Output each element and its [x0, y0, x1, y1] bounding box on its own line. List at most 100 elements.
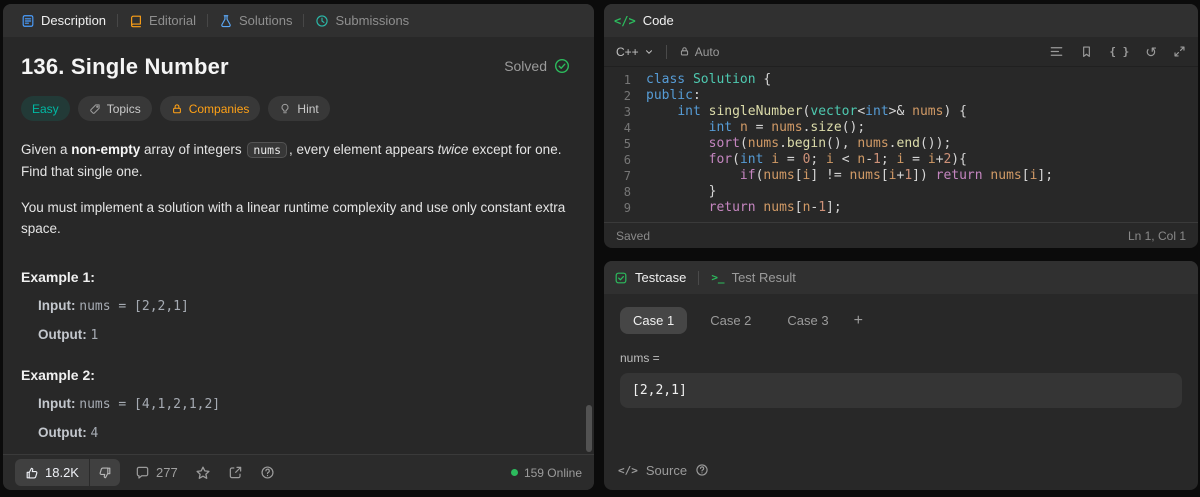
tab-description[interactable]: Description: [13, 13, 114, 28]
line-number: 8: [623, 185, 631, 199]
case-3-tab[interactable]: Case 3: [774, 307, 841, 334]
vote-group: 18.2K: [15, 459, 120, 486]
comments-button[interactable]: 277: [135, 465, 178, 480]
code-line: 3 int singleNumber(vector<int>& nums) {: [608, 104, 1198, 120]
submissions-icon: [315, 14, 329, 28]
example-2-io: Input: nums = [4,1,2,1,2] Output: 4: [38, 396, 570, 441]
solved-label: Solved: [504, 58, 547, 74]
difficulty-badge[interactable]: Easy: [21, 96, 70, 121]
lightbulb-icon: [279, 103, 291, 115]
line-number: 5: [623, 137, 631, 151]
code-line: 1 class Solution {: [608, 72, 1198, 88]
line-number: 2: [623, 89, 631, 103]
online-dot-icon: [510, 469, 518, 476]
auto-toggle[interactable]: Auto: [679, 45, 719, 59]
topics-badge[interactable]: Topics: [77, 96, 152, 121]
thumbs-down-icon: [98, 466, 112, 480]
code-line: 6 for(int i = 0; i < n-1; i = i+2){: [608, 152, 1198, 168]
hint-badge[interactable]: Hint: [268, 96, 330, 121]
divider: [303, 14, 305, 27]
example-input: Input: nums = [4,1,2,1,2]: [38, 396, 221, 412]
case-2-tab[interactable]: Case 2: [697, 307, 764, 334]
testcase-input-label: nums =: [620, 351, 660, 365]
online-count: 159 Online: [523, 465, 582, 480]
title-row: 136. Single Number Solved: [21, 54, 570, 80]
tab-label: Editorial: [149, 13, 196, 28]
check-square-icon: [614, 271, 628, 285]
code-header: </> Code: [604, 4, 1198, 37]
chevron-down-icon: [644, 47, 654, 57]
tab-submissions[interactable]: Submissions: [307, 13, 417, 28]
problem-content: 136. Single Number Solved Easy Topics Co…: [3, 37, 594, 454]
source-help-icon[interactable]: [695, 463, 709, 477]
language-selector[interactable]: C++: [616, 45, 654, 59]
case-1-tab[interactable]: Case 1: [620, 307, 688, 334]
code-panel: </> Code C++ Auto { } ↺ 1 class Solution…: [604, 4, 1198, 248]
editor-tools: { } ↺: [1049, 44, 1186, 59]
help-button[interactable]: [260, 465, 275, 480]
code-icon: </>: [614, 13, 636, 28]
tab-solutions[interactable]: Solutions: [211, 13, 300, 28]
share-button[interactable]: [228, 465, 243, 480]
code-editor[interactable]: 1 class Solution {2 public: 3 int singleNum…: [604, 67, 1198, 222]
code-line: 2 public:: [608, 88, 1198, 104]
description-panel: Description Editorial Solutions Submissi…: [3, 4, 594, 490]
example-1-label: Example 1:: [21, 269, 95, 285]
like-count: 18.2K: [45, 465, 79, 480]
code-header-title: Code: [642, 13, 674, 28]
expand-editor-icon[interactable]: [1173, 45, 1186, 58]
testcase-tab[interactable]: Testcase: [635, 270, 686, 285]
problem-constraint-note: You must implement a solution with a lin…: [21, 200, 566, 236]
dislike-button[interactable]: [89, 459, 120, 486]
add-case-button[interactable]: +: [854, 312, 863, 330]
like-button[interactable]: 18.2K: [15, 459, 89, 486]
tab-label: Solutions: [239, 13, 293, 28]
comment-icon: [135, 465, 150, 480]
example-input: Input: nums = [2,2,1]: [38, 298, 189, 314]
undo-icon[interactable]: ↺: [1145, 45, 1157, 59]
format-code-icon[interactable]: [1049, 44, 1064, 59]
bookmark-icon[interactable]: [1080, 45, 1093, 58]
source-code-icon: </>: [618, 463, 638, 477]
testcase-header: Testcase >_ Test Result: [604, 261, 1198, 294]
companies-badge[interactable]: Companies: [159, 96, 261, 121]
line-number: 1: [623, 73, 631, 87]
divider: [117, 14, 119, 27]
testcase-input[interactable]: [2,2,1]: [620, 373, 1182, 408]
line-number: 6: [623, 153, 631, 167]
line-number: 7: [623, 169, 631, 183]
cursor-position: Ln 1, Col 1: [1127, 228, 1186, 243]
badge-row: Easy Topics Companies Hint: [21, 96, 570, 121]
description-icon: [21, 14, 35, 28]
online-status: 159 Online: [510, 465, 582, 480]
save-status: Saved: [616, 228, 651, 243]
testcase-content: Case 1 Case 2 Case 3 + nums = [2,2,1]: [604, 294, 1198, 450]
tab-editorial[interactable]: Editorial: [121, 13, 204, 28]
divider: [207, 14, 208, 27]
example-1-io: Input: nums = [2,2,1] Output: 1: [38, 298, 570, 343]
code-line: 9 return nums[n-1];: [608, 200, 1198, 216]
comment-count: 277: [155, 465, 178, 480]
scrollbar-thumb[interactable]: [586, 405, 592, 452]
snippets-icon[interactable]: { }: [1109, 45, 1129, 58]
solved-status: Solved: [504, 58, 570, 74]
test-result-tab[interactable]: Test Result: [732, 270, 796, 285]
problem-footer: 18.2K 277 159 Online: [3, 454, 594, 490]
solutions-icon: [219, 14, 233, 28]
editorial-icon: [129, 14, 143, 28]
favorite-star-button[interactable]: [195, 465, 211, 481]
problem-tabbar: Description Editorial Solutions Submissi…: [3, 4, 594, 37]
solved-check-icon: [554, 58, 570, 74]
tab-label: Submissions: [335, 13, 410, 28]
language-label: C++: [616, 44, 639, 59]
line-number: 4: [623, 121, 631, 135]
terminal-icon: >_: [711, 271, 725, 284]
divider: [698, 270, 700, 285]
testcase-footer: </> Source: [604, 450, 1198, 490]
problem-title: 136. Single Number: [21, 54, 229, 79]
source-button[interactable]: Source: [646, 463, 687, 478]
example-2-label: Example 2:: [21, 367, 95, 383]
line-number: 9: [623, 201, 631, 215]
tab-label: Description: [41, 13, 107, 28]
code-line: 5 sort(nums.begin(), nums.end());: [608, 136, 1198, 152]
